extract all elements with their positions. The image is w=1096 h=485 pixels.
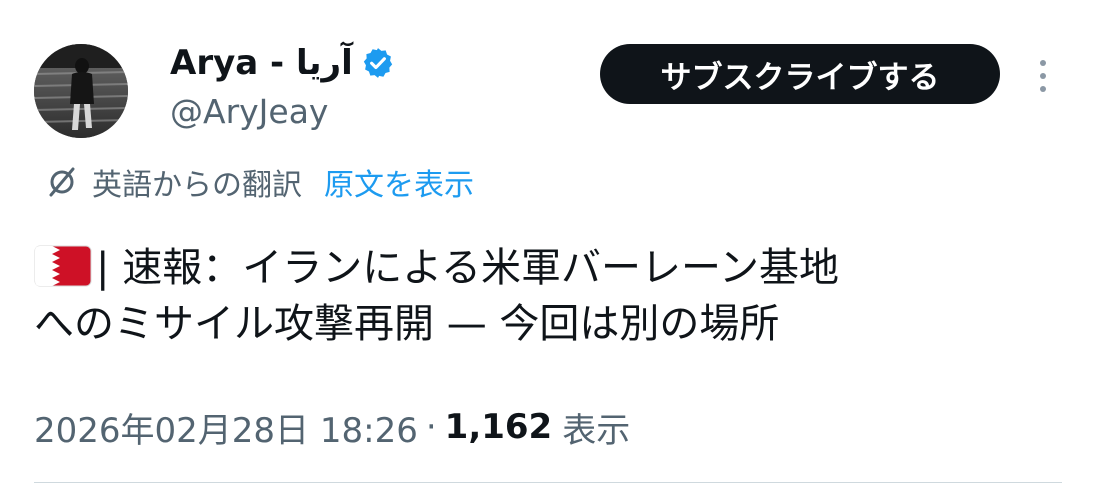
tweet-text-content: | 速報：イランによる米軍バーレーン基地 bbox=[96, 245, 839, 291]
author-display-name[interactable]: Arya - آریا bbox=[170, 43, 353, 83]
tweet-text-line-1: | 速報：イランによる米軍バーレーン基地 bbox=[34, 240, 1074, 296]
show-original-link[interactable]: 原文を表示 bbox=[324, 160, 474, 204]
more-options-icon[interactable] bbox=[1028, 56, 1058, 96]
translated-from-label: 英語からの翻訳 bbox=[92, 168, 302, 203]
meta-separator: · bbox=[425, 407, 437, 447]
author-name-row: Arya - آریا bbox=[170, 40, 395, 86]
more-dot bbox=[1040, 60, 1046, 66]
author-handle[interactable]: @AryJeay bbox=[170, 92, 328, 131]
tweet-meta: 2026年02月28日 18:26 · 1,162 表示 bbox=[34, 402, 630, 452]
avatar[interactable] bbox=[34, 44, 128, 138]
subscribe-button[interactable]: サブスクライブする bbox=[600, 44, 1000, 104]
tweet-text-line-2: へのミサイル攻撃再開 — 今回は別の場所 bbox=[34, 301, 780, 347]
translation-bar: 英語からの翻訳 原文を表示 bbox=[44, 160, 474, 204]
more-dot bbox=[1040, 86, 1046, 92]
views-label: 表示 bbox=[562, 410, 631, 451]
tweet-timestamp[interactable]: 2026年02月28日 18:26 bbox=[34, 403, 418, 452]
avatar-image bbox=[34, 44, 128, 138]
bahrain-flag-icon bbox=[34, 245, 92, 287]
more-dot bbox=[1040, 73, 1046, 79]
views-count: 1,162 bbox=[444, 407, 553, 447]
divider bbox=[34, 482, 1062, 483]
translate-icon bbox=[49, 167, 75, 197]
tweet-text: | 速報：イランによる米軍バーレーン基地 へのミサイル攻撃再開 — 今回は別の場… bbox=[34, 240, 1074, 352]
verified-badge-icon bbox=[363, 48, 392, 78]
